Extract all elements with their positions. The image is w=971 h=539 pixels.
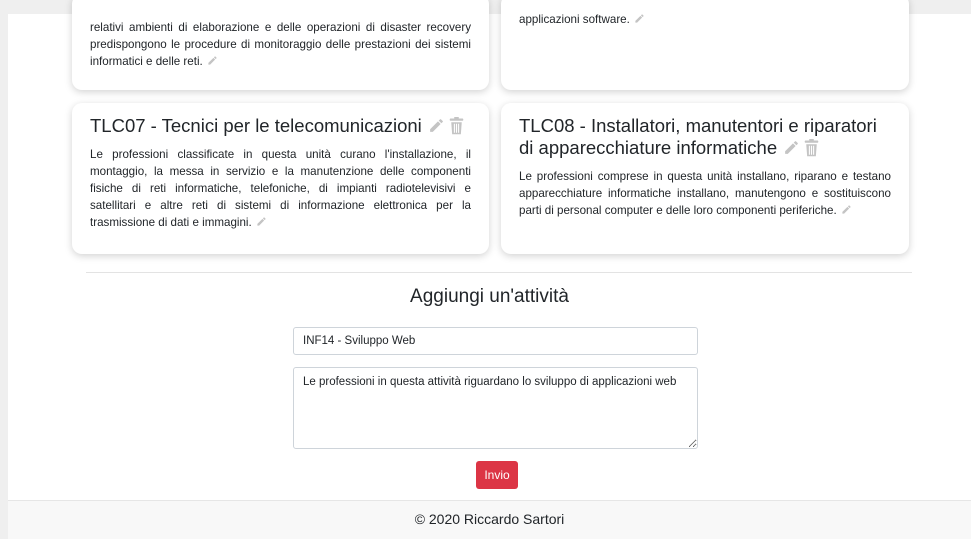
submit-button[interactable]: Invio — [476, 461, 518, 489]
pencil-icon[interactable] — [207, 55, 218, 66]
card-title: TLC08 - Installatori, manutentori e ripa… — [519, 115, 877, 158]
card-title: TLC07 - Tecnici per le telecomunicazioni — [90, 115, 471, 137]
pencil-icon[interactable] — [841, 204, 852, 215]
card-description: Le professioni comprese in questa unità … — [519, 170, 891, 217]
pencil-icon[interactable] — [428, 117, 445, 134]
activity-card-partial-right: applicazioni software. — [501, 0, 909, 90]
card-description: Le professioni classificate in questa un… — [90, 148, 471, 229]
pencil-icon[interactable] — [634, 13, 645, 24]
trash-icon[interactable] — [449, 117, 464, 135]
pencil-icon[interactable] — [256, 216, 267, 227]
card-description: relativi ambienti di elaborazione e dell… — [90, 21, 471, 68]
footer: © 2020 Riccardo Sartori — [8, 500, 971, 539]
activity-card-tlc08: TLC08 - Installatori, manutentori e ripa… — [501, 103, 909, 254]
pencil-icon[interactable] — [783, 139, 800, 156]
activity-description-textarea[interactable]: Le professioni in questa attività riguar… — [293, 367, 698, 449]
footer-copyright: © 2020 Riccardo Sartori — [414, 511, 565, 527]
activity-card-partial-left: relativi ambienti di elaborazione e dell… — [72, 0, 489, 90]
activity-card-tlc07: TLC07 - Tecnici per le telecomunicazioni… — [72, 103, 489, 254]
page: relativi ambienti di elaborazione e dell… — [8, 0, 971, 539]
card-description: applicazioni software. — [519, 11, 891, 28]
section-divider — [86, 272, 912, 273]
add-activity-heading: Aggiungi un'attività — [410, 286, 569, 307]
activity-title-input[interactable] — [293, 327, 698, 355]
trash-icon[interactable] — [804, 139, 819, 157]
